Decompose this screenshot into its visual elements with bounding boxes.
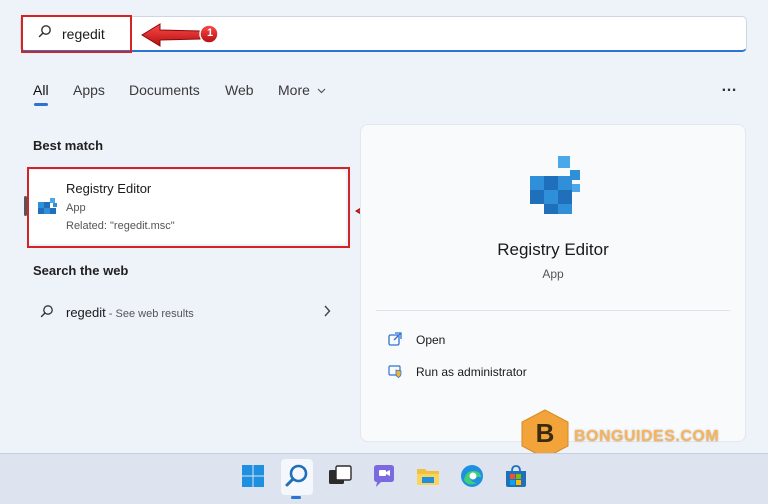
- search-icon[interactable]: [283, 462, 311, 490]
- preview-type: App: [542, 267, 564, 281]
- preview-title: Registry Editor: [497, 240, 609, 259]
- edge-icon[interactable]: [458, 462, 486, 490]
- file-explorer-icon[interactable]: [414, 462, 442, 490]
- tab-more[interactable]: More: [278, 82, 326, 98]
- highlight-box-search: [21, 15, 132, 53]
- tab-all[interactable]: All: [33, 82, 49, 98]
- admin-shield-icon: [388, 365, 402, 378]
- web-search-query: regedit - See web results: [66, 305, 194, 320]
- tab-web[interactable]: Web: [225, 82, 254, 98]
- open-external-icon: [388, 332, 402, 346]
- tab-documents[interactable]: Documents: [129, 82, 200, 98]
- search-web-heading: Search the web: [33, 263, 129, 278]
- active-tab-indicator: [34, 103, 48, 106]
- chat-icon[interactable]: [370, 462, 398, 490]
- store-icon[interactable]: [502, 462, 530, 490]
- watermark-text: BONGUIDES.COM: [574, 428, 720, 445]
- action-run-as-admin-label: Run as administrator: [416, 365, 527, 379]
- web-search-icon: [40, 305, 53, 318]
- chevron-down-icon: [317, 88, 326, 94]
- best-match-heading: Best match: [33, 138, 104, 153]
- registry-editor-large-icon: [530, 156, 580, 214]
- web-query-text: regedit: [66, 305, 106, 320]
- watermark-letter: B: [535, 418, 555, 448]
- tab-apps[interactable]: Apps: [73, 82, 105, 98]
- tab-more-label: More: [278, 82, 310, 98]
- windows-start-icon[interactable]: [239, 462, 267, 490]
- web-query-suffix: - See web results: [105, 308, 194, 320]
- task-view-icon[interactable]: [326, 462, 354, 490]
- highlight-box-result: [27, 167, 350, 248]
- chevron-right-icon[interactable]: [323, 305, 331, 317]
- taskbar-active-indicator: [291, 496, 301, 499]
- action-open-label: Open: [416, 333, 446, 347]
- annotation-number-1: 1: [206, 27, 214, 39]
- preview-divider: [376, 310, 730, 311]
- more-options-button[interactable]: …: [721, 78, 738, 96]
